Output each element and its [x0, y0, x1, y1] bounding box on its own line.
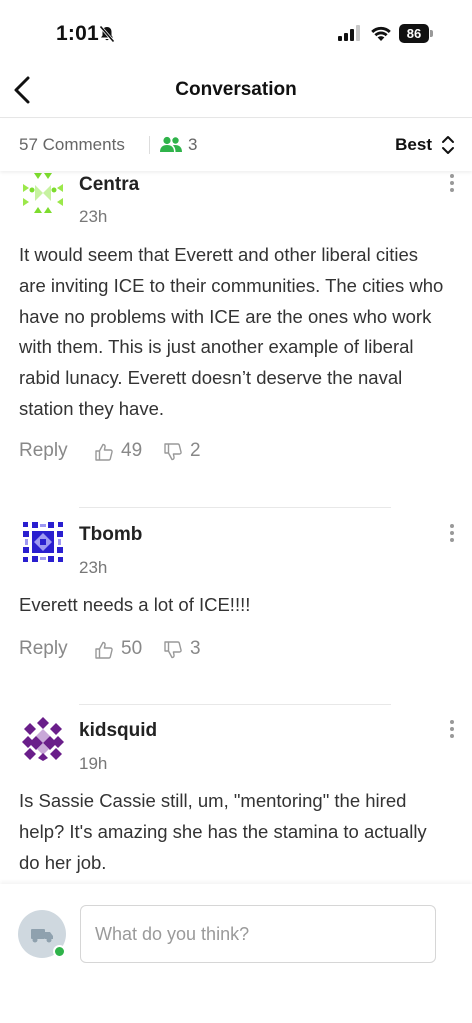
comment-actions: Reply 50 3: [19, 638, 319, 662]
comment-item: Centra 23h It would seem that Everett an…: [0, 168, 472, 488]
more-options-icon[interactable]: [448, 718, 456, 742]
page-title: Conversation: [175, 79, 297, 100]
online-status-indicator: [53, 945, 66, 958]
reply-button[interactable]: Reply: [19, 638, 68, 660]
cellular-signal-icon: [338, 25, 360, 41]
battery-tip: [430, 30, 433, 37]
like-count: 49: [121, 440, 143, 461]
battery-indicator: 86: [399, 24, 433, 43]
avatar: [22, 717, 64, 761]
reply-button[interactable]: Reply: [19, 440, 68, 462]
status-bar: 1:01 86: [0, 0, 472, 62]
dislike-button[interactable]: 3: [163, 638, 213, 662]
comment-author[interactable]: Centra: [79, 174, 139, 196]
top-navigation-bar: Conversation: [0, 62, 472, 118]
status-time: 1:01: [56, 22, 99, 45]
more-options-icon[interactable]: [448, 172, 456, 196]
avatar: [23, 522, 63, 562]
dislike-button[interactable]: 2: [163, 440, 213, 464]
like-count: 50: [121, 638, 143, 659]
bell-slash-icon: [99, 25, 115, 43]
comment-timestamp: 23h: [79, 558, 108, 577]
toolbar-divider: [149, 136, 150, 154]
dislike-count: 2: [190, 440, 201, 461]
comment-author[interactable]: Tbomb: [79, 524, 142, 546]
thumbs-up-icon: [95, 641, 113, 659]
comments-toolbar: 57 Comments 3 Best: [0, 119, 472, 171]
participants-count: 3: [188, 135, 198, 154]
comment-text: Is Sassie Cassie still, um, "mentoring" …: [19, 790, 427, 873]
more-options-icon[interactable]: [448, 522, 456, 546]
comment-input[interactable]: [80, 905, 436, 963]
sort-dropdown[interactable]: Best: [395, 135, 432, 155]
comment-item: Tbomb 23h Everett needs a lot of ICE!!!!…: [0, 518, 472, 678]
comment-item: kidsquid 19h Is Sassie Cassie still, um,…: [0, 714, 472, 884]
users-icon: [160, 136, 182, 152]
comment-timestamp: 23h: [79, 207, 108, 226]
thumbs-up-icon: [95, 443, 113, 461]
like-button[interactable]: 50: [94, 638, 154, 662]
thumbs-down-icon: [164, 443, 182, 461]
avatar: [23, 173, 63, 213]
dislike-count: 3: [190, 638, 201, 659]
comment-divider: [79, 704, 391, 705]
chevron-up-down-icon[interactable]: [441, 134, 455, 156]
comment-composer: [0, 884, 472, 1023]
comment-actions: Reply 49 2: [19, 440, 319, 464]
comments-count: 57 Comments: [19, 135, 125, 154]
battery-level: 86: [399, 24, 429, 43]
comment-timestamp: 19h: [79, 754, 108, 773]
like-button[interactable]: 49: [94, 440, 154, 464]
wifi-icon: [371, 26, 391, 41]
comment-text: It would seem that Everett and other lib…: [19, 244, 444, 419]
thumbs-down-icon: [164, 641, 182, 659]
comment-text: Everett needs a lot of ICE!!!!: [19, 594, 251, 615]
comment-divider: [79, 507, 391, 508]
comment-author[interactable]: kidsquid: [79, 720, 157, 742]
